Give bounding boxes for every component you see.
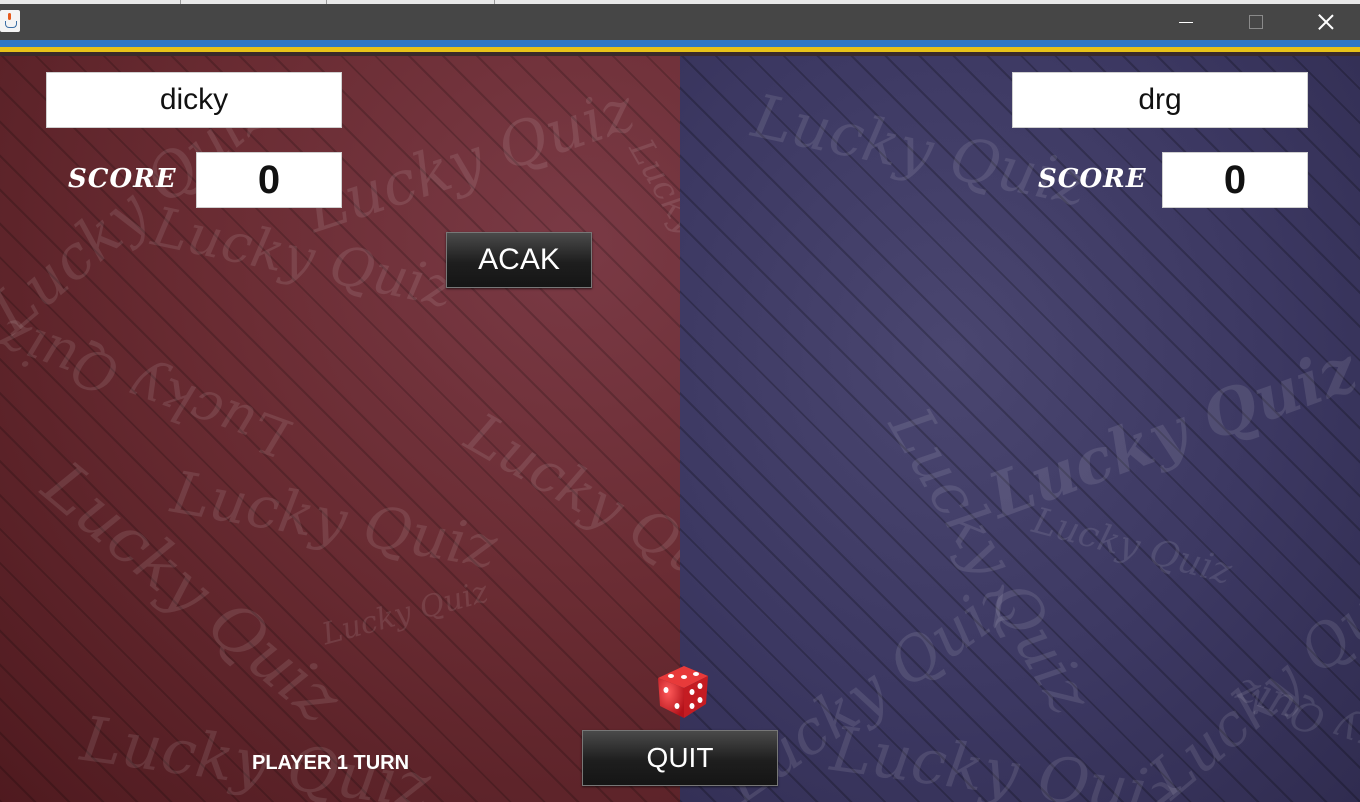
watermark: Lucky Quiz xyxy=(979,332,1360,533)
random-button[interactable]: ACAK xyxy=(446,232,592,288)
dice-icon xyxy=(654,662,712,720)
watermark: Lucky Quiz xyxy=(1136,548,1360,802)
watermark: Lucky Quiz xyxy=(0,305,298,470)
watermark: Lucky Quiz xyxy=(1228,668,1360,790)
player2-score-label: SCORE xyxy=(1038,164,1147,194)
watermark: Lucky Quiz xyxy=(28,448,355,738)
watermark: Lucky Quiz xyxy=(1028,500,1236,593)
maximize-button[interactable] xyxy=(1222,4,1290,40)
accent-stripe-blue xyxy=(0,40,1360,47)
watermark: Lucky Quiz xyxy=(146,194,460,321)
turn-indicator: PLAYER 1 TURN xyxy=(252,752,410,774)
watermark: Lucky Quiz xyxy=(826,711,1185,802)
close-button[interactable] xyxy=(1292,4,1360,40)
player2-name-field[interactable]: drg xyxy=(1012,72,1308,128)
close-icon xyxy=(1318,14,1334,30)
player2-score-value: 0 xyxy=(1162,152,1308,208)
player1-name-field[interactable]: dicky xyxy=(46,72,342,128)
minimize-button[interactable] xyxy=(1152,4,1220,40)
watermark: Lucky Quiz xyxy=(297,75,643,247)
player1-score-value: 0 xyxy=(196,152,342,208)
game-area: Lucky Quiz Lucky Quiz Lucky Quiz Lucky Q… xyxy=(0,56,1360,802)
minimize-icon xyxy=(1179,21,1193,23)
watermark: Lucky Quiz xyxy=(318,574,492,653)
quit-button[interactable]: QUIT xyxy=(582,730,778,786)
maximize-icon xyxy=(1249,15,1263,29)
watermark: Lucky Quiz xyxy=(874,396,1106,726)
title-bar xyxy=(0,4,1360,40)
java-app-icon[interactable] xyxy=(0,10,20,32)
player1-score-label: SCORE xyxy=(68,164,177,194)
watermark: Lucky Quiz xyxy=(166,457,503,583)
